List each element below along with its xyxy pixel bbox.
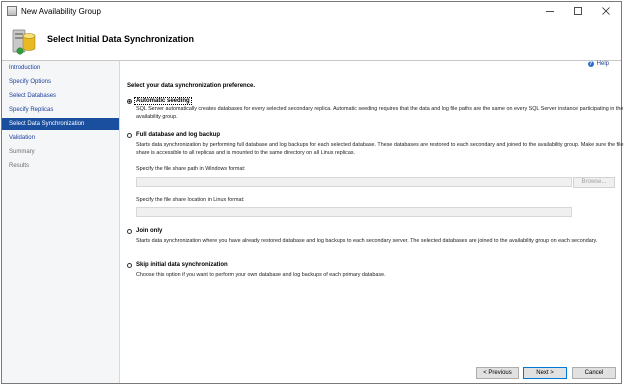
window-title: New Availability Group	[21, 6, 101, 16]
join-only-option[interactable]: Join only	[127, 228, 163, 234]
join-only-radio[interactable]	[127, 228, 132, 234]
nav-item-select-data-synchronization[interactable]: Select Data Synchronization	[2, 118, 119, 130]
nav-item-specify-replicas[interactable]: Specify Replicas	[2, 104, 119, 116]
sync-preference-prompt: Select your data synchronization prefere…	[127, 83, 256, 89]
minimize-button[interactable]	[537, 2, 563, 20]
automatic-seeding-description: SQL Server automatically creates databas…	[136, 106, 624, 120]
wizard-header: Select Initial Data Synchronization	[2, 20, 621, 61]
full-backup-radio[interactable]	[127, 132, 132, 138]
help-link[interactable]: ? Help	[587, 61, 609, 67]
help-icon: ?	[587, 61, 594, 67]
cancel-button[interactable]: Cancel	[572, 367, 616, 379]
join-only-description: Starts data synchronization where you ha…	[136, 238, 598, 244]
browse-button[interactable]: Browse...	[573, 177, 615, 188]
skip-sync-option[interactable]: Skip initial data synchronization	[127, 262, 229, 268]
full-backup-description: Starts data synchronization by performin…	[136, 142, 624, 156]
nav-item-specify-options[interactable]: Specify Options	[2, 76, 119, 88]
close-button[interactable]	[593, 2, 619, 20]
title-bar[interactable]: New Availability Group	[2, 2, 621, 20]
maximize-button[interactable]	[565, 2, 591, 20]
linux-path-input[interactable]	[136, 207, 572, 217]
close-icon	[602, 7, 610, 15]
nav-item-validation[interactable]: Validation	[2, 132, 119, 144]
automatic-seeding-label: Automatic seeding	[134, 97, 192, 105]
full-backup-label: Full database and log backup	[136, 132, 221, 138]
minimize-icon	[546, 11, 554, 12]
join-only-label: Join only	[136, 228, 163, 234]
main-content: ? Help Select your data synchronization …	[120, 61, 624, 383]
next-button[interactable]: Next >	[523, 367, 567, 379]
previous-button[interactable]: < Previous	[476, 367, 519, 379]
nav-item-introduction[interactable]: Introduction	[2, 62, 119, 74]
windows-path-label: Specify the file share path in Windows f…	[136, 166, 246, 172]
nav-item-summary: Summary	[9, 149, 35, 155]
wizard-nav: Introduction Specify Options Select Data…	[2, 61, 120, 383]
skip-sync-description: Choose this option if you want to perfor…	[136, 272, 386, 278]
skip-sync-label: Skip initial data synchronization	[136, 262, 228, 268]
page-title: Select Initial Data Synchronization	[47, 34, 195, 44]
maximize-icon	[574, 7, 582, 15]
nav-item-select-databases[interactable]: Select Databases	[2, 90, 119, 102]
skip-sync-radio[interactable]	[127, 262, 132, 268]
database-server-icon	[12, 29, 36, 55]
automatic-seeding-radio[interactable]	[127, 98, 132, 104]
nav-item-results: Results	[9, 163, 30, 169]
app-icon	[7, 6, 17, 16]
automatic-seeding-option[interactable]: Automatic seeding	[127, 97, 192, 105]
wizard-window: New Availability Group Select Initial Da…	[1, 1, 624, 384]
windows-path-input[interactable]	[136, 177, 572, 187]
linux-path-label: Specify the file share location in Linux…	[136, 197, 245, 203]
full-backup-option[interactable]: Full database and log backup	[127, 132, 221, 138]
help-label: Help	[596, 61, 609, 67]
